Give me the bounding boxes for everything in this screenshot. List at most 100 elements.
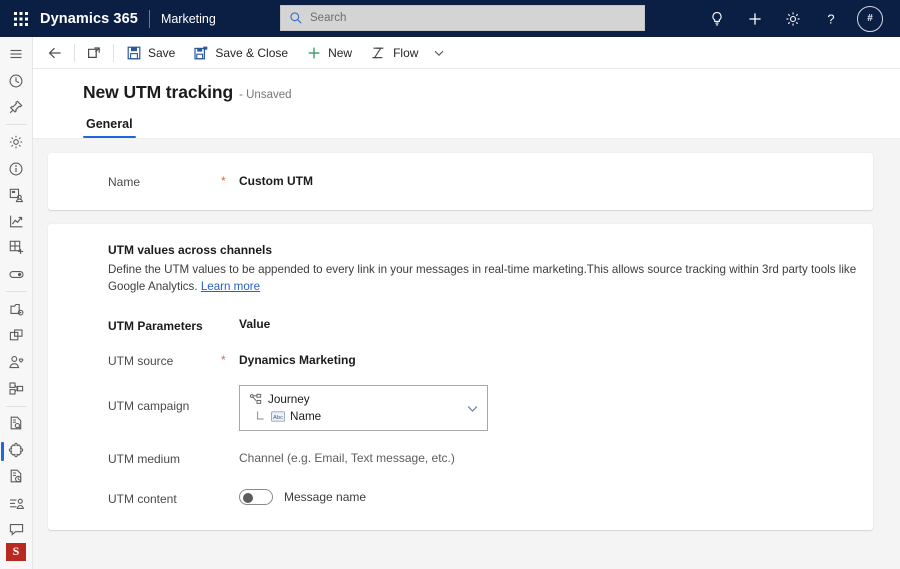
sidebar-item-pinned[interactable] <box>0 94 33 120</box>
new-button[interactable]: New <box>297 37 361 69</box>
plus-icon <box>306 45 322 61</box>
avatar[interactable]: # <box>850 0 890 37</box>
table-row: UTM medium Channel (e.g. Email, Text mes… <box>48 450 873 467</box>
utm-card-heading: UTM values across channels <box>108 243 273 257</box>
journey-flow-icon <box>249 393 262 406</box>
sidebar-item-recent[interactable] <box>0 67 33 93</box>
column-header-parameter: UTM Parameters <box>108 319 203 333</box>
sidebar-item-utm-tracking[interactable] <box>0 437 33 463</box>
utm-content-toggle-group: Message name <box>239 489 366 505</box>
brand-label[interactable]: Dynamics 365 <box>40 11 138 27</box>
save-disk-icon <box>126 45 142 61</box>
sidebar-item-information[interactable] <box>0 155 33 181</box>
utm-campaign-required-marker <box>221 385 239 386</box>
rail-divider-3 <box>5 405 27 407</box>
sidebar-item-messages[interactable] <box>0 516 33 542</box>
chevron-down-icon[interactable] <box>466 402 479 415</box>
flow-button[interactable]: Flow <box>361 37 454 69</box>
gear-icon[interactable] <box>774 0 812 37</box>
search-box[interactable] <box>280 5 645 31</box>
search-icon <box>289 11 303 25</box>
utm-content-label: UTM content <box>108 492 177 506</box>
table-row: UTM campaign Journey Abc Name <box>48 385 873 431</box>
save-close-button-label: Save & Close <box>215 45 289 60</box>
learn-more-link[interactable]: Learn more <box>201 280 260 293</box>
name-required-marker: * <box>221 174 226 188</box>
row-gap <box>48 334 873 352</box>
search-input[interactable] <box>310 12 636 24</box>
command-bar: Save Save & Close New Flow <box>33 37 900 69</box>
utm-content-toggle[interactable] <box>239 489 273 505</box>
top-bar-actions: ? # <box>698 0 890 37</box>
tab-general[interactable]: General <box>83 117 136 138</box>
row-gap <box>48 369 873 385</box>
utm-source-required-marker: * <box>221 353 226 367</box>
sidebar-item-assets[interactable] <box>0 323 33 349</box>
utm-content-required-marker <box>221 489 239 490</box>
combo-secondary-label: Name <box>290 410 322 423</box>
popout-button[interactable] <box>78 37 110 69</box>
utm-campaign-combobox[interactable]: Journey Abc Name <box>239 385 488 431</box>
command-divider-1 <box>74 43 75 62</box>
app-name-label[interactable]: Marketing <box>161 12 216 26</box>
waffle-grid-icon[interactable] <box>8 0 34 37</box>
utm-medium-label: UTM medium <box>108 452 181 466</box>
back-button[interactable] <box>39 37 71 69</box>
utm-card-header: UTM values across channels Define the UT… <box>48 243 873 295</box>
combo-primary-token: Journey <box>249 393 478 406</box>
sidebar-item-hamburger[interactable] <box>0 41 33 67</box>
title-row: New UTM tracking - Unsaved <box>83 82 900 103</box>
sidebar-item-forms[interactable] <box>0 235 33 261</box>
utm-values-card: UTM values across channels Define the UT… <box>48 224 873 530</box>
combo-primary-label: Journey <box>268 393 310 406</box>
name-field-row: Name * Custom UTM <box>48 173 313 190</box>
name-field-label: Name <box>108 175 141 189</box>
toggle-knob <box>242 492 253 503</box>
command-divider-2 <box>113 43 114 62</box>
lightbulb-icon[interactable] <box>698 0 736 37</box>
page-header: New UTM tracking - Unsaved General <box>33 69 900 138</box>
utm-source-label: UTM source <box>108 354 174 368</box>
sidebar-item-segments[interactable] <box>0 182 33 208</box>
svg-text:Abc: Abc <box>273 415 283 421</box>
table-row: UTM content Message name <box>48 489 873 507</box>
chevron-down-icon[interactable] <box>433 47 445 59</box>
form-canvas: Name * Custom UTM UTM values across chan… <box>33 139 900 569</box>
top-navigation-bar: Dynamics 365 Marketing Search ? # <box>0 0 900 37</box>
rail-divider <box>5 124 27 126</box>
save-close-icon <box>193 45 209 61</box>
utm-medium-value[interactable]: Channel (e.g. Email, Text message, etc.) <box>239 450 455 466</box>
save-close-button[interactable]: Save & Close <box>184 37 297 69</box>
question-icon[interactable]: ? <box>812 0 850 37</box>
brand-divider <box>148 9 150 28</box>
utm-content-toggle-label: Message name <box>284 490 367 504</box>
plus-icon[interactable] <box>736 0 774 37</box>
utm-source-value[interactable]: Dynamics Marketing <box>239 352 356 368</box>
sidebar-item-subscriptions[interactable] <box>0 490 33 516</box>
sidebar-item-journeys[interactable] <box>0 296 33 322</box>
name-card: Name * Custom UTM <box>48 153 873 210</box>
new-button-label: New <box>328 45 353 60</box>
left-navigation-rail: S <box>0 37 33 569</box>
utm-medium-required-marker <box>221 450 239 451</box>
sidebar-item-settings-toggle[interactable] <box>0 261 33 287</box>
avatar-initials: # <box>857 5 883 32</box>
flow-button-label: Flow <box>393 45 419 60</box>
sidebar-item-templates[interactable] <box>0 411 33 437</box>
column-header-value: Value <box>239 317 271 331</box>
main-content: Save Save & Close New Flow New UTM track… <box>33 37 900 569</box>
sidebar-item-channels[interactable] <box>0 376 33 402</box>
tree-elbow-icon <box>256 411 265 422</box>
combo-secondary-token: Abc Name <box>256 410 478 423</box>
name-field-value[interactable]: Custom UTM <box>239 173 313 189</box>
status-badge[interactable]: S <box>6 542 26 561</box>
sidebar-item-customers[interactable] <box>0 349 33 375</box>
header-spacer <box>221 317 239 318</box>
utm-card-description: Define the UTM values to be appended to … <box>108 262 870 295</box>
sidebar-item-analytics[interactable] <box>0 208 33 234</box>
table-row: UTM source * Dynamics Marketing <box>48 352 873 369</box>
sidebar-item-overview[interactable] <box>0 129 33 155</box>
app-body: S Save Save & Close New Flow New UTM tra… <box>0 37 900 569</box>
sidebar-item-scheduled[interactable] <box>0 464 33 490</box>
save-button[interactable]: Save <box>117 37 184 69</box>
